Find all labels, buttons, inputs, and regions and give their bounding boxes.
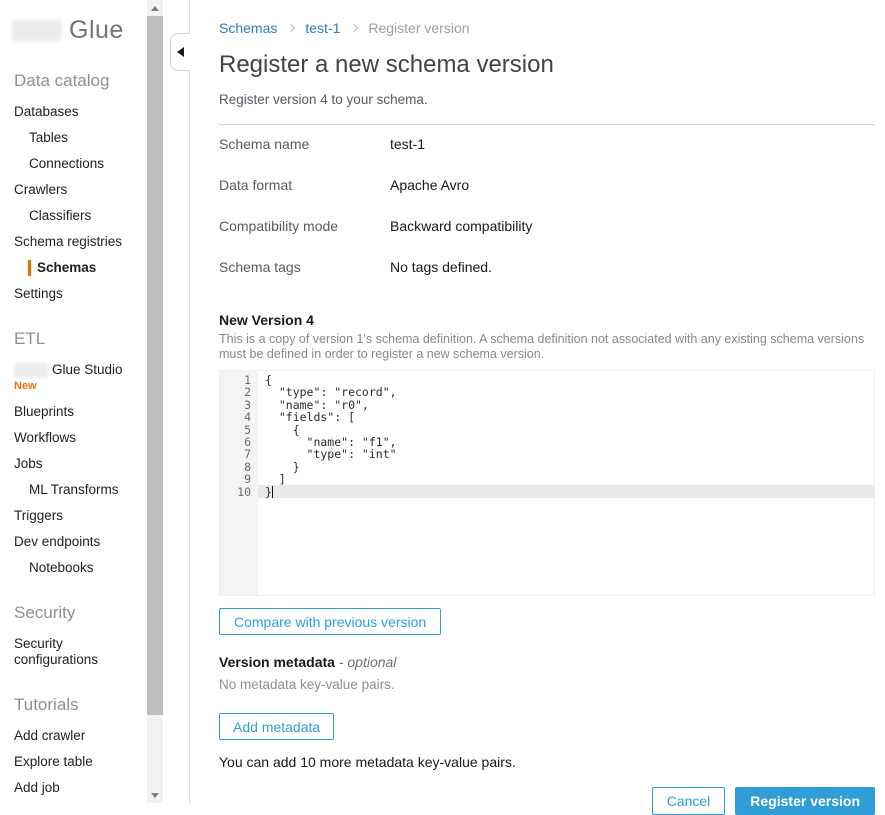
sidebar-item-blueprints[interactable]: Blueprints: [14, 404, 139, 420]
triangle-up-icon: [151, 5, 159, 11]
line-number: 2: [244, 385, 251, 400]
redacted-aws-logo-small: [14, 362, 48, 378]
main-content: Schemas test-1 Register version Register…: [190, 0, 885, 815]
sidebar-item-settings[interactable]: Settings: [14, 286, 139, 302]
line-number: 4: [244, 410, 251, 425]
sidebar-nav: Glue Data catalog Databases Tables Conne…: [0, 0, 147, 803]
breadcrumb-separator-icon: [287, 23, 296, 33]
section-header-tutorials: Tutorials: [14, 695, 79, 714]
scrollbar-thumb[interactable]: [147, 16, 163, 715]
sidebar-item-security-configurations[interactable]: Security configurations: [14, 636, 124, 668]
metadata-hint: You can add 10 more metadata key-value p…: [219, 754, 516, 770]
detail-row-compatibility-mode: Compatibility mode Backward compatibilit…: [219, 218, 875, 237]
detail-value: Backward compatibility: [390, 218, 533, 234]
sidebar: Glue Data catalog Databases Tables Conne…: [0, 0, 190, 803]
sidebar-item-glue-studio[interactable]: Glue Studio: [14, 362, 147, 378]
redacted-aws-logo: [12, 19, 62, 41]
code-line: "type": "int": [265, 447, 397, 462]
sidebar-item-crawlers[interactable]: Crawlers: [14, 182, 139, 198]
sidebar-item-tables[interactable]: Tables: [29, 130, 141, 146]
version-metadata-label: Version metadata: [219, 654, 335, 670]
scroll-up-button[interactable]: [147, 0, 163, 16]
section-header-data-catalog: Data catalog: [14, 71, 110, 90]
code-line: ]: [265, 472, 286, 487]
breadcrumb-test1-link[interactable]: test-1: [305, 20, 340, 36]
sidebar-item-ml-transforms[interactable]: ML Transforms: [29, 482, 141, 498]
sidebar-item-schemas[interactable]: Schemas: [28, 260, 147, 276]
breadcrumb: Schemas test-1 Register version: [219, 20, 875, 36]
line-number: 8: [244, 459, 251, 474]
sidebar-scrollbar[interactable]: [147, 0, 163, 803]
register-version-button[interactable]: Register version: [735, 787, 875, 815]
sidebar-item-add-job[interactable]: Add job: [14, 780, 139, 796]
metadata-empty-text: No metadata key-value pairs.: [219, 677, 395, 692]
detail-label: Schema tags: [219, 259, 301, 275]
sidebar-item-connections[interactable]: Connections: [29, 156, 141, 172]
cancel-button[interactable]: Cancel: [651, 787, 726, 815]
sidebar-item-triggers[interactable]: Triggers: [14, 508, 139, 524]
divider: [219, 124, 875, 125]
schema-details: Schema name test-1 Data format Apache Av…: [219, 136, 875, 278]
line-number: 3: [244, 397, 251, 412]
optional-label: - optional: [338, 654, 397, 670]
editor-code[interactable]: { "type": "record", "name": "r0", "field…: [258, 371, 874, 498]
chevron-left-icon: [177, 47, 184, 57]
text-cursor: [272, 486, 273, 498]
line-number: 6: [244, 434, 251, 449]
schema-definition-editor[interactable]: 1 2 3 4 5 6 7 8 9 10 { "type": "record",…: [219, 370, 875, 596]
sidebar-item-schema-registries[interactable]: Schema registries: [14, 234, 139, 250]
detail-row-schema-name: Schema name test-1: [219, 136, 875, 155]
detail-label: Data format: [219, 177, 293, 193]
indent-guide: [331, 437, 332, 461]
form-footer: Cancel Register version: [219, 787, 875, 815]
breadcrumb-current-page: Register version: [368, 20, 470, 36]
detail-value: test-1: [390, 136, 426, 152]
brand-name: Glue: [69, 15, 124, 44]
new-badge: New: [14, 380, 37, 392]
add-metadata-button[interactable]: Add metadata: [219, 713, 335, 740]
sidebar-item-databases[interactable]: Databases: [14, 104, 139, 120]
detail-value: No tags defined.: [390, 259, 492, 275]
sidebar-item-classifiers[interactable]: Classifiers: [29, 208, 141, 224]
line-number: 9: [244, 472, 251, 487]
app-logo: Glue: [12, 16, 147, 44]
sidebar-item-explore-table[interactable]: Explore table: [14, 754, 139, 770]
editor-line-numbers: 1 2 3 4 5 6 7 8 9 10: [220, 371, 258, 595]
sidebar-item-jobs[interactable]: Jobs: [14, 456, 139, 472]
new-version-heading: New Version 4: [219, 312, 314, 328]
breadcrumb-schemas-link[interactable]: Schemas: [219, 20, 277, 36]
sidebar-item-workflows[interactable]: Workflows: [14, 430, 139, 446]
section-header-security: Security: [14, 603, 76, 622]
section-header-etl: ETL: [14, 329, 46, 348]
code-line: "type": "record",: [265, 385, 397, 400]
line-number: 1: [244, 373, 251, 387]
line-number: 7: [244, 447, 251, 462]
sidebar-item-add-crawler[interactable]: Add crawler: [14, 728, 139, 744]
detail-row-data-format: Data format Apache Avro: [219, 177, 875, 196]
sidebar-collapse-button[interactable]: [170, 33, 190, 71]
line-number: 10: [237, 484, 251, 499]
compare-with-previous-version-button[interactable]: Compare with previous version: [219, 608, 442, 635]
new-version-description: This is a copy of version 1's schema def…: [219, 332, 865, 361]
line-number: 5: [244, 422, 251, 437]
scroll-down-button[interactable]: [147, 787, 163, 803]
detail-label: Schema name: [219, 136, 310, 152]
page-subtitle: Register version 4 to your schema.: [219, 92, 428, 107]
detail-label: Compatibility mode: [219, 218, 339, 234]
sidebar-item-notebooks[interactable]: Notebooks: [29, 560, 141, 576]
page-title: Register a new schema version: [219, 51, 554, 78]
version-metadata-heading: Version metadata - optional: [219, 654, 875, 670]
breadcrumb-separator-icon: [350, 23, 359, 33]
glue-studio-label: Glue Studio: [52, 362, 123, 377]
code-line: }: [265, 484, 272, 499]
triangle-down-icon: [151, 792, 159, 798]
code-line: "fields": [: [265, 410, 356, 425]
code-line: }: [265, 459, 300, 474]
detail-value: Apache Avro: [390, 177, 470, 193]
sidebar-item-dev-endpoints[interactable]: Dev endpoints: [14, 534, 139, 550]
detail-row-schema-tags: Schema tags No tags defined.: [219, 259, 875, 278]
